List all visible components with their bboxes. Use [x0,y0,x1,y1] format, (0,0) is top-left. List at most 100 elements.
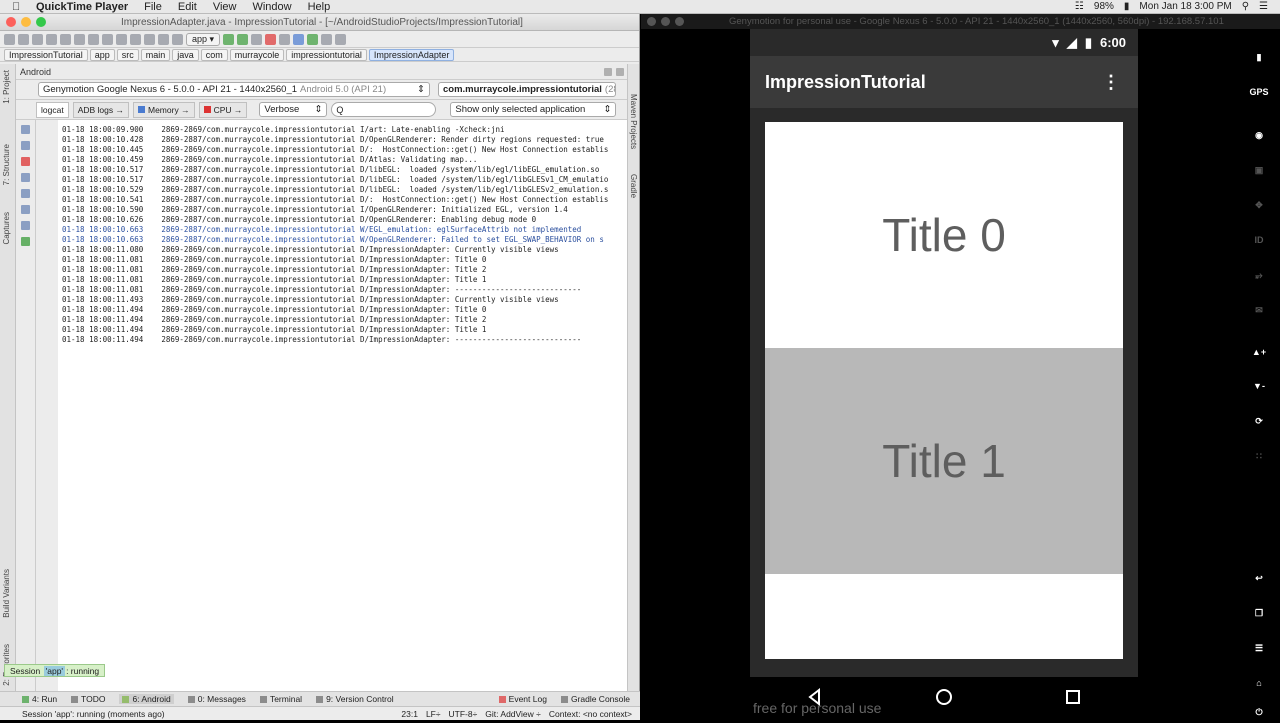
sms-widget-icon[interactable]: ✉ [1248,299,1270,321]
log-filter-select[interactable]: Show only selected application ⇕ [450,102,617,117]
minimize-icon[interactable] [21,17,31,27]
logcat-output[interactable]: 01-18 18:00:09.900 2869-2869/com.murrayc… [58,120,628,704]
list-item[interactable]: Title 0 [765,122,1123,348]
paste-icon[interactable] [102,33,113,45]
tab-cpu[interactable]: CPU → [198,101,248,118]
help-icon[interactable] [335,33,347,45]
back-button-icon[interactable]: ↩ [1248,567,1270,589]
wifi-icon[interactable]: ☷ [1075,1,1084,12]
project-tool-tab[interactable]: 1: Project [2,70,11,104]
minimize-icon[interactable] [661,17,670,26]
close-icon[interactable] [6,17,16,27]
context-indicator[interactable]: Context: <no context> [549,709,632,719]
screenshot-icon[interactable] [21,141,30,150]
breadcrumb-item[interactable]: java [172,48,199,61]
identifiers-widget-icon[interactable]: ID [1248,229,1270,251]
tool-android[interactable]: 6: Android [119,694,174,704]
zoom-icon[interactable] [675,17,684,26]
process-select[interactable]: com.murraycole.impressiontutorial (286 [438,82,616,97]
scroll-up-icon[interactable] [21,173,30,182]
network-widget-icon[interactable]: ⥵ [1248,264,1270,286]
debug-icon[interactable] [237,33,249,45]
battery-widget-icon[interactable]: ▮ [1248,46,1270,68]
device-screen[interactable]: ▾ ◢ ▮ 6:00 ImpressionTutorial ⋮ Title 0 … [750,29,1138,677]
tool-gradle-console[interactable]: Gradle Console [560,694,640,704]
caret-position[interactable]: 23:1 [401,709,418,719]
make-icon[interactable] [172,33,183,45]
structure-tool-tab[interactable]: 7: Structure [2,144,11,185]
clock[interactable]: Mon Jan 18 3:00 PM [1139,1,1231,12]
volume-down-icon[interactable]: ▼- [1248,375,1270,397]
recent-apps-icon[interactable]: ❐ [1248,602,1270,624]
clear-log-icon[interactable] [21,125,30,134]
tool-version-control[interactable]: 9: Version Control [316,694,394,704]
open-icon[interactable] [4,33,15,45]
breadcrumb-item[interactable]: ImpressionTutorial [4,48,88,61]
rotate-icon[interactable]: ⟳ [1248,410,1270,432]
tool-run[interactable]: 4: Run [22,694,57,704]
build-variants-tool-tab[interactable]: Build Variants [2,569,11,618]
cut-icon[interactable] [74,33,85,45]
menu-help[interactable]: Help [308,1,331,13]
apple-icon[interactable]:  [12,1,26,13]
attach-icon[interactable] [251,33,263,45]
battery-percent[interactable]: 98% [1094,1,1114,12]
copy-icon[interactable] [88,33,99,45]
avd-manager-icon[interactable] [293,33,305,45]
tool-messages[interactable]: 0: Messages [187,694,246,704]
line-separator[interactable]: LF÷ [426,709,441,719]
gps-widget-icon[interactable]: GPS [1248,81,1270,103]
log-level-select[interactable]: Verbose ⇕ [259,102,328,117]
breadcrumb-item[interactable]: src [116,48,139,61]
home-button-icon[interactable]: ⌂ [1248,672,1270,694]
list-item[interactable]: Title 1 [765,348,1123,574]
tool-todo[interactable]: TODO [71,694,105,704]
camera-widget-icon[interactable]: ◉ [1248,124,1270,146]
replace-icon[interactable] [130,33,141,45]
sdk-manager-icon[interactable] [307,33,319,45]
tab-adb-logs[interactable]: ADB logs → [72,101,129,118]
overflow-menu-icon[interactable]: ⋮ [1102,73,1120,91]
search-icon[interactable]: ⚲ [1242,1,1249,12]
recents-nav-button[interactable] [1064,688,1082,709]
run-config-select[interactable]: app ▾ [186,32,221,46]
soft-wrap-icon[interactable] [21,205,30,214]
git-branch[interactable]: Git: AddView ÷ [485,709,541,719]
breadcrumb-item[interactable]: impressiontutorial [286,48,367,61]
list-icon[interactable]: ☰ [1259,1,1268,12]
breadcrumb-item-active[interactable]: ImpressionAdapter [368,48,455,61]
find-icon[interactable] [116,33,127,45]
menu-button-icon[interactable]: ☰ [1248,637,1270,659]
restart-icon[interactable] [21,237,30,246]
undo-icon[interactable] [46,33,57,45]
list-item[interactable] [765,574,1123,659]
pixel-perfect-icon[interactable]: ∷ [1248,445,1270,467]
scroll-down-icon[interactable] [21,189,30,198]
gradle-sync-icon[interactable] [279,33,291,45]
close-icon[interactable] [647,17,656,26]
terminate-icon[interactable] [21,157,30,166]
dpad-widget-icon[interactable]: ✥ [1248,194,1270,216]
breadcrumb-item[interactable]: main [140,48,171,61]
maven-projects-tab[interactable]: Maven Projects [629,94,638,149]
tab-memory[interactable]: Memory → [133,101,195,118]
save-icon[interactable] [18,33,29,45]
gradle-tab[interactable]: Gradle [629,174,638,198]
volume-up-icon[interactable]: ▲+ [1248,341,1270,363]
back-icon[interactable] [144,33,155,45]
breadcrumb-item[interactable]: com [200,48,228,61]
log-search-input[interactable]: Q [331,102,437,117]
capture-widget-icon[interactable]: ▣ [1248,159,1270,181]
zoom-icon[interactable] [36,17,46,27]
tool-terminal[interactable]: Terminal [259,694,302,704]
menu-view[interactable]: View [213,1,237,13]
captures-tool-tab[interactable]: Captures [2,212,11,244]
settings-icon[interactable] [604,67,612,76]
breadcrumb-item[interactable]: murraycole [229,48,285,61]
menu-edit[interactable]: Edit [178,1,197,13]
tool-event-log[interactable]: Event Log [498,694,547,704]
file-encoding[interactable]: UTF-8÷ [449,709,478,719]
device-select[interactable]: Genymotion Google Nexus 6 - 5.0.0 - API … [38,82,430,97]
tab-logcat[interactable]: logcat [36,101,69,118]
breadcrumb-item[interactable]: app [89,48,115,61]
